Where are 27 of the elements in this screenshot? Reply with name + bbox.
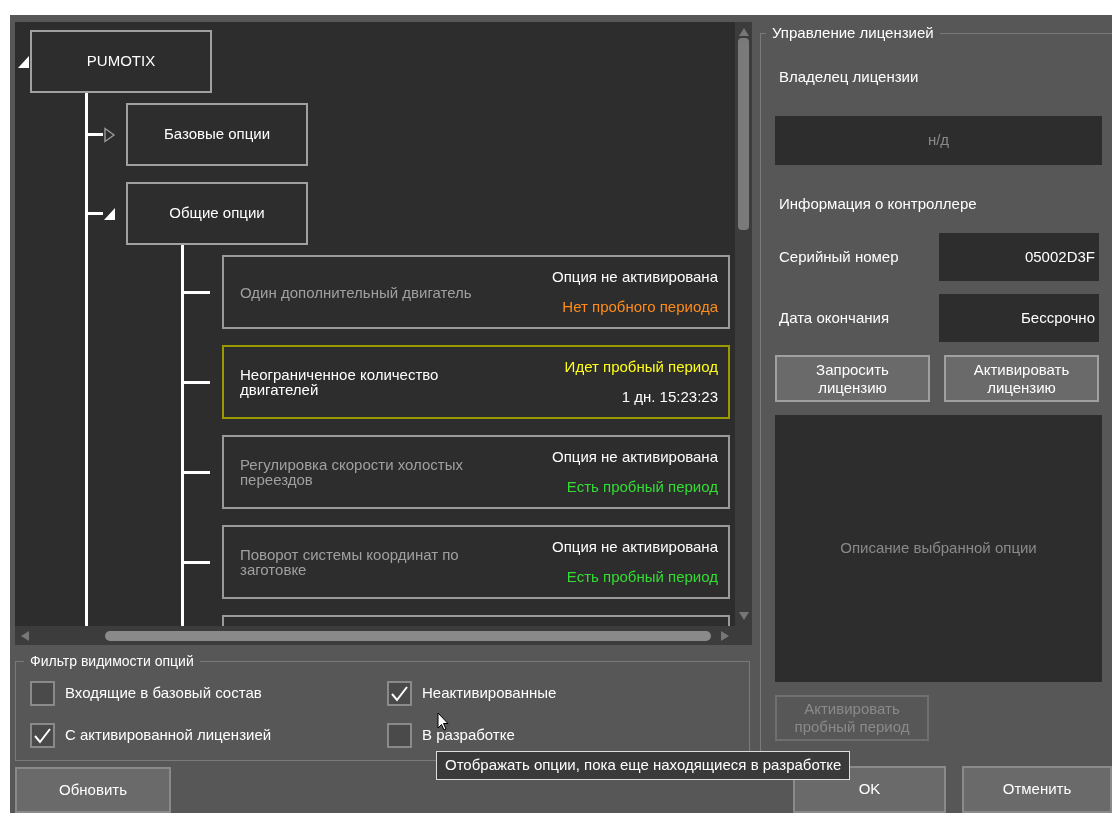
status-text: Опция не активирована xyxy=(552,268,718,286)
field-label: Дата окончания xyxy=(778,307,891,328)
status-text: Опция не активирована xyxy=(552,448,718,466)
trial-text: Есть пробный период xyxy=(566,478,718,496)
controller-label: Информация о контроллере xyxy=(778,193,978,214)
checkbox-label: В разработке xyxy=(422,724,515,745)
option-title: Неограниченное количество двигателей xyxy=(240,367,440,397)
owner-label: Владелец лицензии xyxy=(778,67,920,87)
option-title: Регулировка скорости холостых переездов xyxy=(240,457,464,487)
checkbox-label: Неактивированные xyxy=(422,682,557,703)
trial-text: Есть пробный период xyxy=(566,568,718,586)
option-title: Один дополнительный двигатель xyxy=(240,284,473,300)
owner-field: н/д xyxy=(775,115,1102,165)
tooltip: Отображать опции, пока еще находящиеся в разработке xyxy=(436,751,851,780)
value-field: Бессрочно xyxy=(939,294,1099,342)
field-label: Серийный номер xyxy=(778,246,900,267)
group-title: Управление лицензией xyxy=(766,24,940,42)
checkbox-label: С активированной лицензией xyxy=(65,724,272,745)
group-title: Фильтр видимости опций xyxy=(24,652,200,670)
status-text: Опция не активирована xyxy=(552,538,718,556)
trial-text: Нет пробного периода xyxy=(562,298,718,316)
checkbox-label: Входящие в базовый состав xyxy=(65,682,262,703)
value-field: 05002D3F xyxy=(939,233,1099,281)
option-title: Поворот системы координат по заготовке xyxy=(240,547,460,577)
status-text: Идет пробный период xyxy=(564,358,718,376)
trial-text: 1 дн. 15:23:23 xyxy=(621,388,718,406)
description-panel: Описание выбранной опции xyxy=(775,415,1102,682)
